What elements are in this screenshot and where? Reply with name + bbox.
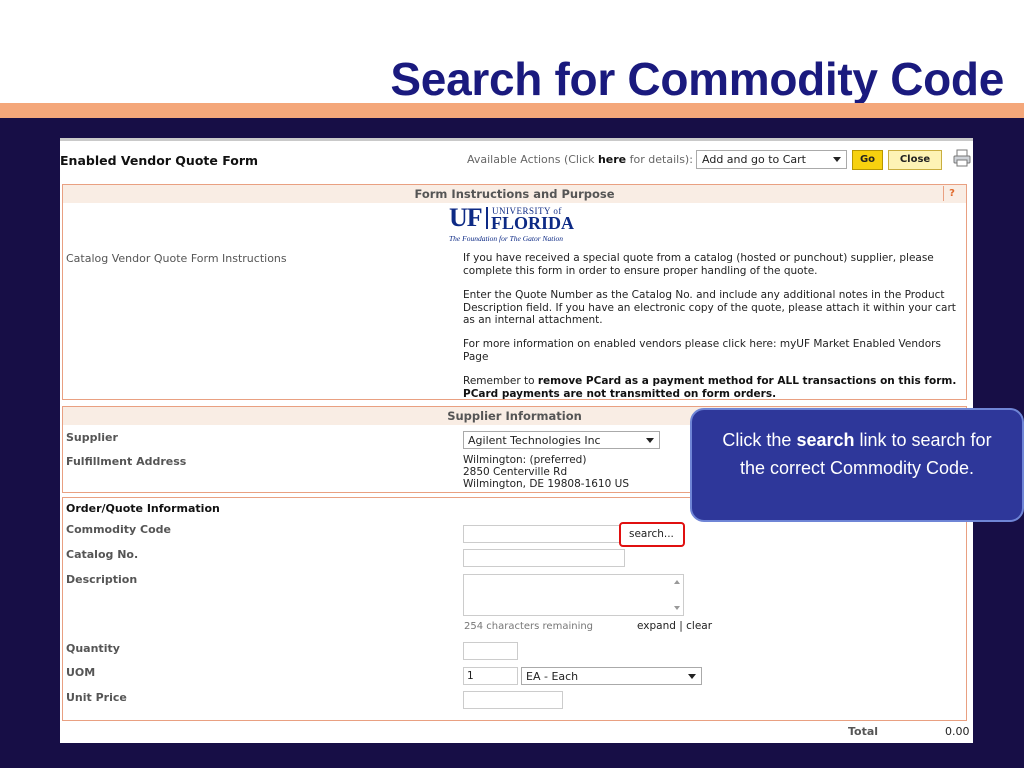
unit-price-label: Unit Price xyxy=(66,691,127,704)
available-actions-select[interactable]: Add and go to Cart xyxy=(696,150,847,169)
total-label: Total xyxy=(848,725,879,738)
instructions-paragraph-1: If you have received a special quote fro… xyxy=(463,252,934,277)
chevron-down-icon xyxy=(646,438,654,443)
instructions-label: Catalog Vendor Quote Form Instructions xyxy=(66,252,287,265)
expand-link[interactable]: expand xyxy=(637,620,676,632)
instructions-paragraph-4: Remember to remove PCard as a payment me… xyxy=(463,375,957,400)
description-label: Description xyxy=(66,573,138,586)
catalog-no-label: Catalog No. xyxy=(66,548,139,561)
address-line-3: Wilmington, DE 19808-1610 US xyxy=(463,478,629,490)
supplier-select[interactable]: Agilent Technologies Inc xyxy=(463,431,660,449)
catalog-no-input[interactable] xyxy=(463,549,625,567)
instruction-callout: Click the search link to search for the … xyxy=(690,408,1024,522)
total-value: 0.00 xyxy=(945,725,970,738)
unit-price-input[interactable] xyxy=(463,691,563,709)
printer-icon[interactable] xyxy=(953,149,971,167)
address-line-2: 2850 Centerville Rd xyxy=(463,466,568,478)
instructions-section: Form Instructions and Purpose ? UF UNIVE… xyxy=(62,184,967,400)
commodity-code-label: Commodity Code xyxy=(66,523,171,536)
uom-quantity-input[interactable]: 1 xyxy=(463,667,518,685)
divider xyxy=(60,138,973,141)
instructions-header: Form Instructions and Purpose xyxy=(63,185,966,203)
commodity-code-input[interactable] xyxy=(463,525,625,543)
description-textarea[interactable] xyxy=(463,574,684,616)
available-actions-label: Available Actions (Click here for detail… xyxy=(467,153,693,166)
order-header: Order/Quote Information xyxy=(66,502,220,515)
clear-link[interactable]: clear xyxy=(686,620,712,632)
instructions-paragraph-3: For more information on enabled vendors … xyxy=(463,338,941,363)
order-section: Order/Quote Information Commodity Code s… xyxy=(62,497,967,721)
actions-here-link[interactable]: here xyxy=(598,153,626,166)
slide-title: Search for Commodity Code xyxy=(390,53,1004,105)
scroll-up-icon[interactable] xyxy=(674,580,680,584)
scroll-down-icon[interactable] xyxy=(674,606,680,610)
quantity-input[interactable] xyxy=(463,642,518,660)
fulfillment-address-label: Fulfillment Address xyxy=(66,455,187,468)
chevron-down-icon xyxy=(833,157,841,162)
supplier-label: Supplier xyxy=(66,431,118,444)
close-button[interactable]: Close xyxy=(888,150,942,170)
commodity-search-link[interactable]: search... xyxy=(619,522,685,547)
help-icon[interactable]: ? xyxy=(943,186,960,201)
chevron-down-icon xyxy=(688,674,696,679)
instructions-paragraph-2: Enter the Quote Number as the Catalog No… xyxy=(463,289,956,326)
address-line-1: Wilmington: (preferred) xyxy=(463,454,587,466)
go-button[interactable]: Go xyxy=(852,150,883,170)
form-title: Enabled Vendor Quote Form xyxy=(60,153,259,168)
orange-accent-bar xyxy=(0,103,1024,118)
uf-logo: UF UNIVERSITY of FLORIDA The Foundation … xyxy=(449,203,575,244)
expand-clear-links: expand | clear xyxy=(637,620,713,632)
uom-label: UOM xyxy=(66,666,96,679)
uom-select[interactable]: EA - Each xyxy=(521,667,702,685)
quantity-label: Quantity xyxy=(66,642,120,655)
characters-remaining: 254 characters remaining xyxy=(464,621,594,632)
